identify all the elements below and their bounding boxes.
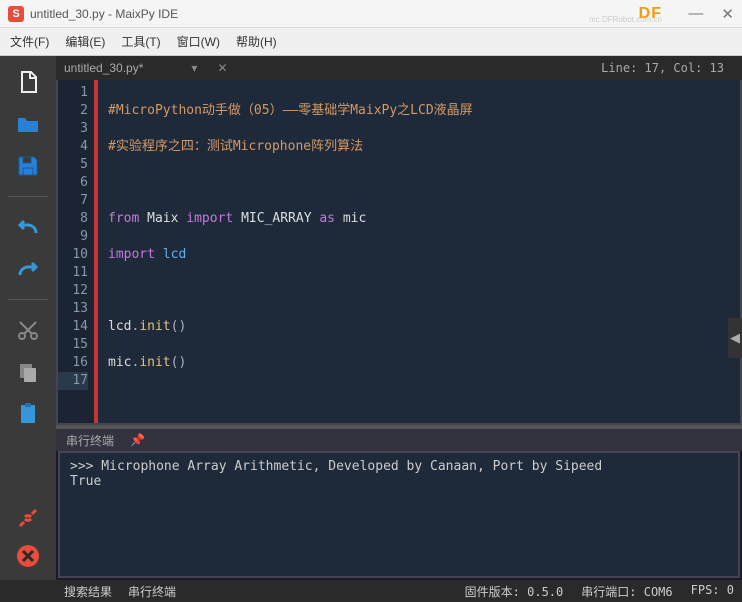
statusbar: 搜索结果 串行终端 固件版本: 0.5.0 串行端口: COM6 FPS: 0	[0, 580, 742, 602]
tab-filename[interactable]: untitled_30.py*	[64, 61, 143, 75]
code-content[interactable]: #MicroPython动手做（05）——零基础学MaixPy之LCD液晶屏 #…	[98, 80, 740, 423]
tab-dropdown-icon[interactable]: ▾	[191, 61, 197, 75]
disconnect-icon[interactable]	[14, 504, 42, 532]
sidebar	[0, 56, 56, 580]
terminal-output[interactable]: >>> Microphone Array Arithmetic, Develop…	[58, 451, 740, 578]
tab-close-icon[interactable]: ✕	[217, 61, 227, 75]
paste-icon[interactable]	[14, 400, 42, 428]
menu-edit[interactable]: 编辑(E)	[65, 33, 105, 50]
fps-indicator: FPS: 0	[691, 583, 734, 600]
menu-file[interactable]: 文件(F)	[10, 33, 49, 50]
df-url: mc.DFRobot.com.cn	[589, 15, 662, 24]
new-file-icon[interactable]	[14, 68, 42, 96]
cut-icon[interactable]	[14, 316, 42, 344]
serial-port: 串行端口: COM6	[581, 583, 672, 600]
app-icon: S	[8, 6, 24, 22]
window-title: untitled_30.py - MaixPy IDE	[30, 7, 178, 21]
firmware-version: 固件版本: 0.5.0	[465, 583, 564, 600]
stop-icon[interactable]	[14, 542, 42, 570]
line-gutter: 1234567891011121314151617	[58, 80, 94, 423]
menu-window[interactable]: 窗口(W)	[177, 33, 220, 50]
status-tab-terminal[interactable]: 串行终端	[128, 583, 176, 600]
copy-icon[interactable]	[14, 358, 42, 386]
undo-icon[interactable]	[14, 213, 42, 241]
titlebar: S untitled_30.py - MaixPy IDE DF mc.DFRo…	[0, 0, 742, 28]
menubar: 文件(F) 编辑(E) 工具(T) 窗口(W) 帮助(H)	[0, 28, 742, 56]
open-folder-icon[interactable]	[14, 110, 42, 138]
redo-icon[interactable]	[14, 255, 42, 283]
terminal-title[interactable]: 串行终端	[66, 432, 114, 449]
minimize-button[interactable]: —	[688, 5, 703, 22]
terminal-panel: 串行终端 📌 >>> Microphone Array Arithmetic, …	[56, 425, 742, 580]
menu-help[interactable]: 帮助(H)	[236, 33, 277, 50]
tab-bar: untitled_30.py* ▾ ✕ Line: 17, Col: 13	[56, 56, 742, 80]
editor-area: untitled_30.py* ▾ ✕ Line: 17, Col: 13 12…	[56, 56, 742, 580]
collapse-handle-icon[interactable]: ◀	[728, 318, 742, 358]
menu-tool[interactable]: 工具(T)	[121, 33, 160, 50]
status-tab-search[interactable]: 搜索结果	[64, 583, 112, 600]
save-icon[interactable]	[14, 152, 42, 180]
close-window-button[interactable]: ✕	[721, 5, 734, 23]
code-editor[interactable]: 1234567891011121314151617 #MicroPython动手…	[56, 80, 742, 425]
line-col-indicator: Line: 17, Col: 13	[601, 61, 724, 75]
pin-icon[interactable]: 📌	[130, 433, 145, 447]
